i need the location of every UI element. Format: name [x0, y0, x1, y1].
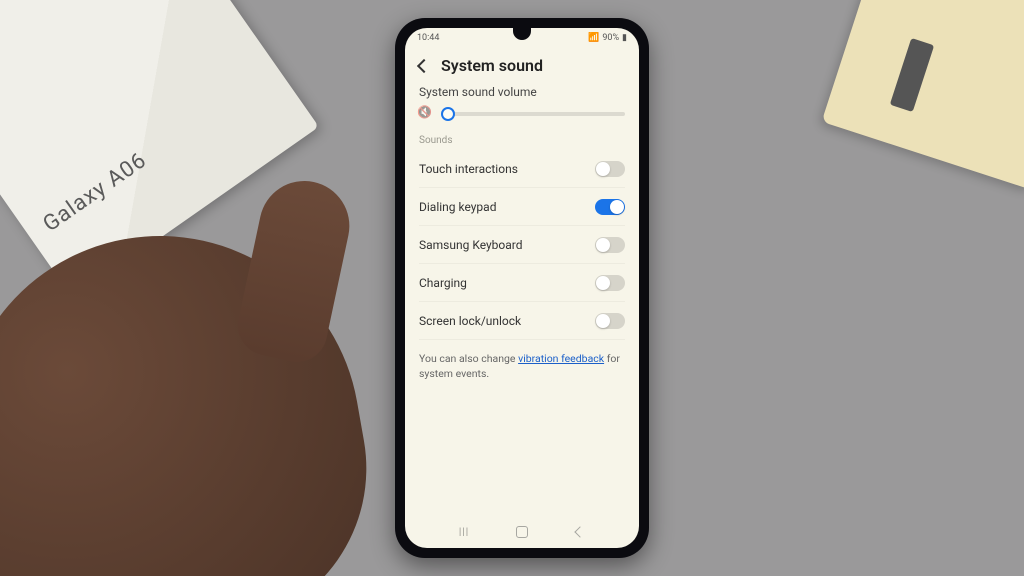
volume-label: System sound volume [419, 85, 625, 99]
nav-recent-icon[interactable] [457, 525, 471, 539]
nav-back-icon[interactable] [573, 525, 587, 539]
row-label: Dialing keypad [419, 200, 496, 214]
nav-bar [405, 516, 639, 548]
vibration-feedback-link[interactable]: vibration feedback [518, 352, 604, 365]
row-label: Charging [419, 276, 467, 290]
row-touch-interactions[interactable]: Touch interactions [419, 150, 625, 188]
wood-block [822, 0, 1024, 190]
toggle-charging[interactable] [595, 275, 625, 291]
page-header: System sound [405, 48, 639, 85]
toggle-samsung-keyboard[interactable] [595, 237, 625, 253]
row-label: Samsung Keyboard [419, 238, 523, 252]
volume-slider-thumb[interactable] [441, 107, 455, 121]
signal-icon: 📶 [588, 33, 599, 43]
hint-prefix: You can also change [419, 352, 518, 365]
back-icon[interactable] [417, 58, 431, 72]
row-dialing-keypad[interactable]: Dialing keypad [419, 188, 625, 226]
volume-slider[interactable] [441, 112, 625, 116]
phone-frame: 10:44 📶 90% ▮ System sound System sound … [395, 18, 649, 558]
row-label: Touch interactions [419, 162, 518, 176]
phone-screen: 10:44 📶 90% ▮ System sound System sound … [405, 28, 639, 548]
sounds-group-header: Sounds [419, 135, 625, 146]
toggle-touch-interactions[interactable] [595, 161, 625, 177]
status-time: 10:44 [417, 33, 439, 43]
row-label: Screen lock/unlock [419, 314, 521, 328]
toggle-screen-lock[interactable] [595, 313, 625, 329]
row-charging[interactable]: Charging [419, 264, 625, 302]
nav-home-icon[interactable] [515, 525, 529, 539]
vibration-hint: You can also change vibration feedback f… [419, 352, 625, 381]
battery-icon: ▮ [622, 33, 627, 43]
battery-label: 90% [602, 33, 619, 43]
toggle-dialing-keypad[interactable] [595, 199, 625, 215]
mute-icon [419, 107, 433, 121]
finger [232, 173, 357, 368]
row-screen-lock[interactable]: Screen lock/unlock [419, 302, 625, 340]
row-samsung-keyboard[interactable]: Samsung Keyboard [419, 226, 625, 264]
page-title: System sound [441, 56, 543, 75]
